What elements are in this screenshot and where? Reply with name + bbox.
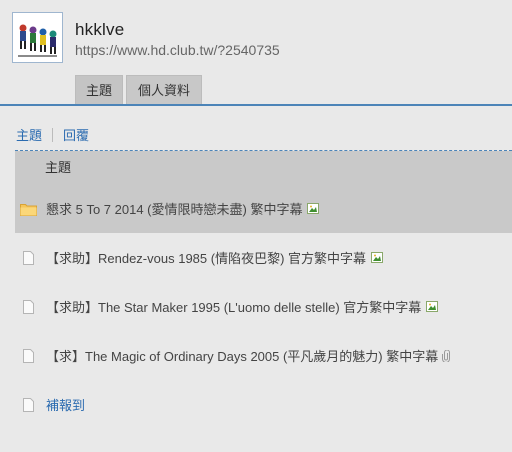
subnav-separator bbox=[52, 127, 54, 142]
list-item[interactable]: 【求】The Magic of Ordinary Days 2005 (平凡歲月… bbox=[15, 331, 512, 380]
tab-profile-info[interactable]: 個人資料 bbox=[126, 75, 203, 105]
folder-icon bbox=[20, 202, 37, 216]
document-icon bbox=[20, 250, 37, 265]
subnav-replies-link[interactable]: 回覆 bbox=[63, 125, 89, 144]
topic-title[interactable]: 補報到 bbox=[46, 395, 85, 414]
tab-topics[interactable]: 主題 bbox=[75, 75, 124, 105]
header-divider bbox=[0, 104, 512, 106]
topic-list: 主題 懇求 5 To 7 2014 (愛情限時戀未盡) 繁中字幕 【求助】Ren… bbox=[15, 151, 512, 429]
list-item[interactable]: 【求助】Rendez-vous 1985 (情陷夜巴黎) 官方繁中字幕 bbox=[15, 233, 512, 282]
list-item[interactable]: 【求助】The Star Maker 1995 (L'uomo delle st… bbox=[15, 282, 512, 331]
image-icon bbox=[371, 252, 384, 263]
document-icon bbox=[20, 397, 37, 412]
username: hkklve bbox=[75, 20, 125, 39]
document-icon bbox=[20, 299, 37, 314]
image-icon bbox=[307, 203, 320, 214]
profile-url: https://www.hd.club.tw/?2540735 bbox=[75, 42, 280, 58]
subnav-topics-link[interactable]: 主題 bbox=[16, 125, 42, 144]
topic-title[interactable]: 【求助】The Star Maker 1995 (L'uomo delle st… bbox=[46, 297, 421, 316]
paperclip-icon bbox=[442, 349, 451, 362]
list-item[interactable]: 補報到 bbox=[15, 380, 512, 429]
avatar-image bbox=[15, 15, 60, 60]
list-item[interactable]: 懇求 5 To 7 2014 (愛情限時戀未盡) 繁中字幕 bbox=[15, 184, 512, 233]
sub-navigation: 主題 回覆 bbox=[16, 125, 89, 144]
topic-title[interactable]: 【求助】Rendez-vous 1985 (情陷夜巴黎) 官方繁中字幕 bbox=[46, 248, 366, 267]
image-icon bbox=[426, 301, 439, 312]
document-icon bbox=[20, 348, 37, 363]
topic-title[interactable]: 【求】The Magic of Ordinary Days 2005 (平凡歲月… bbox=[46, 346, 438, 365]
profile-header: hkklve https://www.hd.club.tw/?2540735 主… bbox=[0, 0, 512, 106]
profile-tabs: 主題 個人資料 bbox=[75, 75, 203, 105]
topic-title[interactable]: 懇求 5 To 7 2014 (愛情限時戀未盡) 繁中字幕 bbox=[46, 199, 302, 218]
avatar[interactable] bbox=[12, 12, 63, 63]
list-header: 主題 bbox=[15, 151, 512, 184]
